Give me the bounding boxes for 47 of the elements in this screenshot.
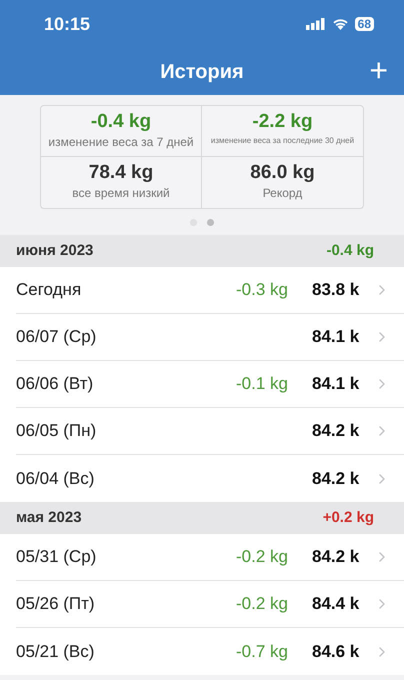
entry-weight: 84.1 k <box>312 373 360 396</box>
stat-label: Рекорд <box>262 185 302 201</box>
entry-weight: 83.8 k <box>312 279 360 302</box>
month-title: июня 2023 <box>16 240 94 261</box>
history-row[interactable]: 06/07 (Ср) 84.1 k <box>16 314 404 361</box>
entry-change: -0.3 kg <box>236 279 288 302</box>
entry-date: 05/26 (Пт) <box>16 593 96 616</box>
entry-weight: 84.4 k <box>312 593 360 616</box>
history-row[interactable]: 05/26 (Пт) -0.2 kg 84.4 k <box>16 581 404 628</box>
entry-change: -0.2 kg <box>236 593 288 616</box>
entry-change: -0.1 kg <box>236 373 288 396</box>
stat-value: 78.4 kg <box>88 161 154 185</box>
status-time: 10:15 <box>44 12 90 36</box>
battery-indicator: 68 <box>354 17 374 31</box>
stat-value: 86.0 kg <box>250 161 315 185</box>
entry-weight: 84.1 k <box>312 326 360 348</box>
wifi-icon <box>332 18 349 30</box>
history-row[interactable]: 05/21 (Вс) -0.7 kg 84.6 k <box>16 628 404 675</box>
screen-title: История <box>160 60 244 84</box>
entry-change: -0.2 kg <box>236 546 288 568</box>
entry-weight: 84.2 k <box>312 546 360 568</box>
entry-date: Сегодня <box>16 279 82 302</box>
add-button[interactable]: + <box>369 52 388 88</box>
history-row[interactable]: Сегодня -0.3 kg 83.8 k <box>16 267 404 314</box>
entry-date: 06/04 (Вс) <box>16 468 96 490</box>
entry-date: 06/05 (Пн) <box>16 420 98 442</box>
entry-weight: 84.2 k <box>312 468 360 490</box>
stat-label: все время низкий <box>72 185 170 201</box>
signal-icon <box>306 18 326 30</box>
entry-date: 06/06 (Вт) <box>16 373 94 396</box>
stat-value: -0.4 kg <box>90 110 152 134</box>
entry-date: 05/31 (Ср) <box>16 546 98 568</box>
stat-value: -2.2 kg <box>252 110 313 134</box>
entry-change: -0.7 kg <box>236 640 288 663</box>
history-row[interactable]: 06/06 (Вт) -0.1 kg 84.1 k <box>16 361 404 408</box>
entry-date: 06/07 (Ср) <box>16 326 98 348</box>
entry-date: 05/21 (Вс) <box>16 640 96 663</box>
month-change: +0.2 kg <box>322 508 374 528</box>
entry-weight: 84.2 k <box>312 420 360 442</box>
history-row[interactable]: 05/31 (Ср) -0.2 kg 84.2 k <box>16 534 404 581</box>
entry-weight: 84.6 k <box>312 640 360 663</box>
history-row[interactable]: 06/05 (Пн) 84.2 k <box>16 408 404 455</box>
month-title: мая 2023 <box>16 508 82 528</box>
history-row[interactable]: 06/04 (Вс) 84.2 k <box>16 455 404 502</box>
stat-label: изменение веса за последние 30 дней <box>210 135 354 147</box>
month-change: -0.4 kg <box>326 240 374 261</box>
stat-label: изменение веса за 7 дней <box>48 134 194 150</box>
